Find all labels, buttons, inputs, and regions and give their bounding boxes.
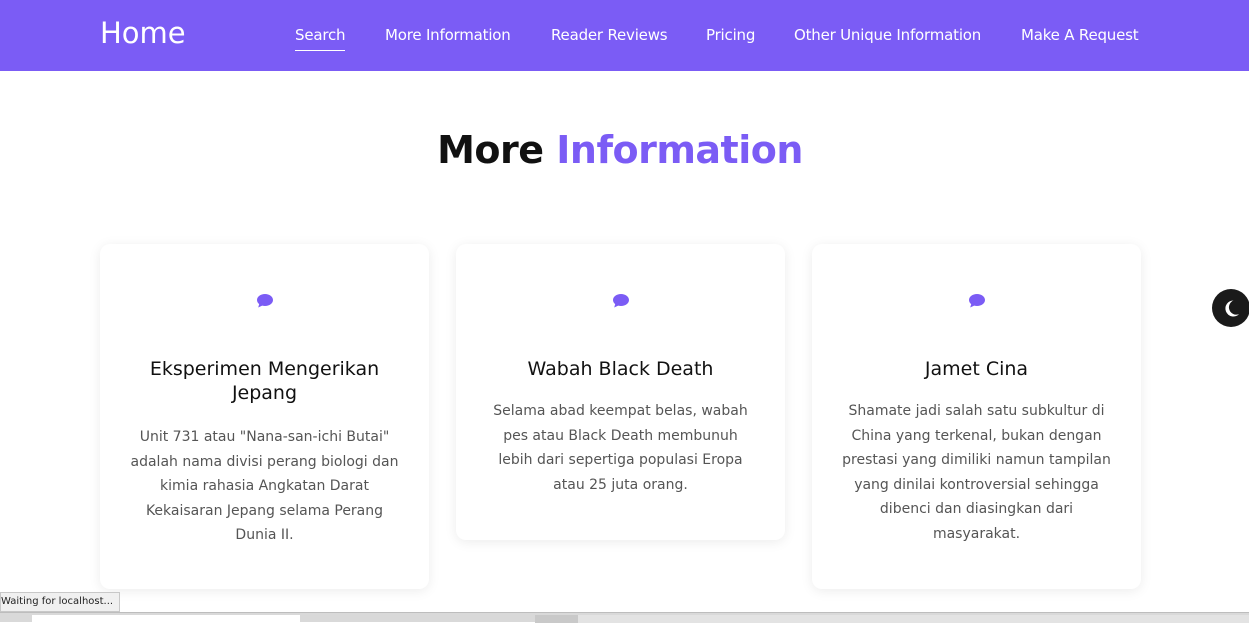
card-title: Jamet Cina — [924, 358, 1029, 380]
card-title: Wabah Black Death — [527, 358, 714, 380]
card-text: Shamate jadi salah satu subkultur di Chi… — [842, 403, 1111, 542]
top-navbar: Home Search More Information Reader Revi… — [0, 0, 1249, 71]
info-card-3: Jamet Cina Shamate jadi salah satu subku… — [812, 244, 1141, 589]
nav-link-other-unique-information[interactable]: Other Unique Information — [794, 26, 981, 44]
card-text: Selama abad keempat belas, wabah pes ata… — [493, 403, 748, 493]
card-title: Eksperimen Mengerikan Jepang — [149, 358, 380, 404]
card-text: Unit 731 atau "Nana-san-ichi Butai" adal… — [130, 429, 399, 543]
moon-icon — [1225, 300, 1240, 317]
section-title-plain: More — [437, 128, 544, 172]
nav-link-make-a-request[interactable]: Make A Request — [1021, 26, 1139, 44]
brand-home-link[interactable]: Home — [100, 16, 186, 50]
nav-link-pricing[interactable]: Pricing — [706, 26, 755, 44]
section-title-accent: Information — [556, 128, 803, 172]
theme-toggle-button[interactable] — [1212, 289, 1249, 327]
browser-status-bar: Waiting for localhost... — [0, 592, 121, 612]
taskbar — [0, 612, 1249, 623]
nav-link-reader-reviews[interactable]: Reader Reviews — [551, 26, 668, 44]
nav-link-more-information[interactable]: More Information — [385, 26, 511, 44]
chat-bubble-icon — [612, 294, 629, 308]
chat-bubble-icon — [256, 294, 273, 308]
nav-link-search[interactable]: Search — [295, 26, 346, 51]
section-title: More Information — [0, 128, 1240, 172]
info-card-2: Wabah Black Death Selama abad keempat be… — [456, 244, 785, 540]
chat-bubble-icon — [968, 294, 985, 308]
info-card-1: Eksperimen Mengerikan Jepang Unit 731 at… — [100, 244, 429, 589]
